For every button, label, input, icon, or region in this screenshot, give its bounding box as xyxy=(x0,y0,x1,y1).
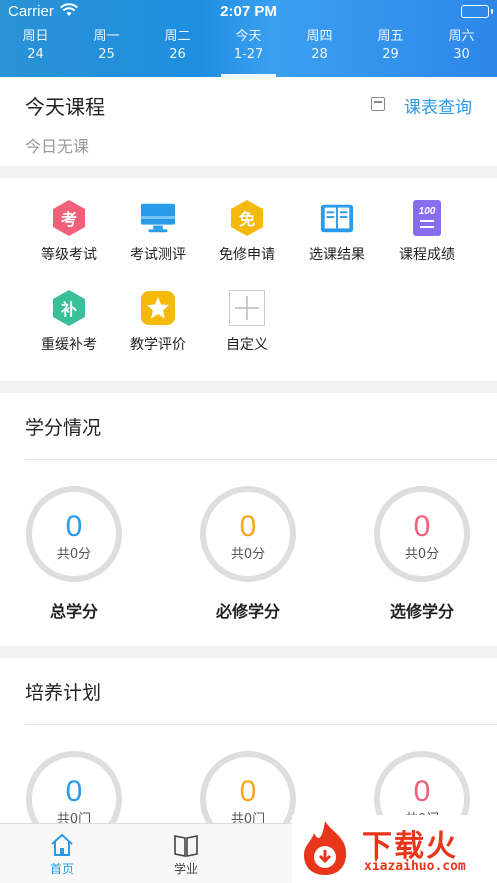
plan-value: 0 xyxy=(239,775,257,808)
menu-item-monitor[interactable]: 考试测评 xyxy=(113,200,203,264)
menu-item-label: 考试测评 xyxy=(130,247,186,263)
schedule-query-link[interactable]: 课表查询 xyxy=(404,93,472,118)
day-name: 周二 xyxy=(164,29,191,44)
day-name: 周五 xyxy=(377,29,404,44)
menu-item-makeup-hex[interactable]: 补重缓补考 xyxy=(24,290,114,354)
credit-ring-0[interactable]: 0 共0分 xyxy=(26,486,122,582)
tab-0[interactable]: 首页 xyxy=(22,832,102,877)
flame-logo-icon xyxy=(298,819,352,877)
status-bar: Carrier 2:07 PM xyxy=(0,0,497,24)
week-strip: 周日 24 周一 25 周二 26 今天 1-27 周四 28 周五 29 周六 30 xyxy=(0,28,497,77)
credit-label: 选修学分 xyxy=(389,602,454,621)
menu-item-label: 教学评价 xyxy=(130,337,186,353)
home-icon xyxy=(49,832,75,858)
day-tab-6[interactable]: 周六 30 xyxy=(426,28,497,77)
day-tab-5[interactable]: 周五 29 xyxy=(355,28,426,77)
open-book-icon xyxy=(173,832,199,858)
watermark: 下载火 xiazaihuo.com xyxy=(292,815,497,883)
credit-ring-1[interactable]: 0 共0分 xyxy=(200,486,296,582)
menu-item-label: 课程成绩 xyxy=(399,247,455,263)
day-name: 周六 xyxy=(448,29,475,44)
divider xyxy=(25,724,497,725)
credit-title: 学分情况 xyxy=(25,417,102,439)
day-name: 今天 xyxy=(235,29,262,44)
no-course-text: 今日无课 xyxy=(25,137,90,156)
battery-icon xyxy=(461,5,493,18)
day-date: 24 xyxy=(27,47,44,62)
day-tab-3[interactable]: 今天 1-27 xyxy=(213,28,284,77)
day-tab-1[interactable]: 周一 25 xyxy=(71,28,142,77)
day-date: 1-27 xyxy=(233,47,264,62)
exam-hex-icon: 考 xyxy=(51,200,87,236)
credit-value: 0 xyxy=(65,510,83,543)
credit-total: 共0分 xyxy=(230,547,266,562)
day-date: 28 xyxy=(311,47,328,62)
function-menu: 考等级考试 考试测评免免修申请 选课结果 100 课程成绩补重缓补考 教学评价 自定义 xyxy=(0,178,497,381)
credit-ring-2[interactable]: 0 共0分 xyxy=(374,486,470,582)
makeup-hex-icon: 补 xyxy=(51,290,87,326)
menu-item-star[interactable]: 教学评价 xyxy=(113,290,203,354)
plan-value: 0 xyxy=(413,775,431,808)
day-date: 25 xyxy=(98,47,115,62)
credit-total: 共0分 xyxy=(56,547,92,562)
today-title: 今天课程 xyxy=(25,95,105,119)
menu-item-exam-hex[interactable]: 考等级考试 xyxy=(24,200,114,264)
day-name: 周四 xyxy=(306,29,333,44)
score-100-icon: 100 xyxy=(409,200,445,236)
divider xyxy=(25,459,497,460)
tab-1[interactable]: 学业 xyxy=(146,832,226,877)
credit-total: 共0分 xyxy=(404,547,440,562)
monitor-icon xyxy=(140,200,176,236)
menu-item-score-100[interactable]: 100 课程成绩 xyxy=(382,200,472,264)
exempt-hex-icon: 免 xyxy=(229,200,265,236)
calendar-icon[interactable] xyxy=(371,97,385,111)
menu-item-label: 重缓补考 xyxy=(41,337,97,353)
clock: 2:07 PM xyxy=(220,3,277,20)
day-date: 29 xyxy=(382,47,399,62)
credit-label: 总学分 xyxy=(49,602,98,621)
plus-icon xyxy=(229,290,265,326)
menu-item-plus[interactable]: 自定义 xyxy=(202,290,292,354)
day-tab-0[interactable]: 周日 24 xyxy=(0,28,71,77)
menu-item-label: 免修申请 xyxy=(219,247,275,263)
menu-item-book[interactable]: 选课结果 xyxy=(292,200,382,264)
menu-item-exempt-hex[interactable]: 免免修申请 xyxy=(202,200,292,264)
menu-item-label: 自定义 xyxy=(226,337,268,353)
svg-text:100: 100 xyxy=(419,206,436,217)
menu-item-label: 选课结果 xyxy=(309,247,365,263)
today-courses-card: 今天课程 课表查询 今日无课 xyxy=(0,77,497,166)
credit-label: 必修学分 xyxy=(215,602,280,621)
header-bar: Carrier 2:07 PM 周日 24 周一 25 周二 26 今天 1-27 周四 28 周五… xyxy=(0,0,497,77)
tab-label: 首页 xyxy=(49,862,74,876)
star-icon xyxy=(140,290,176,326)
day-date: 26 xyxy=(169,47,186,62)
watermark-en: xiazaihuo.com xyxy=(364,859,466,874)
day-tab-4[interactable]: 周四 28 xyxy=(284,28,355,77)
plan-title: 培养计划 xyxy=(25,682,102,704)
day-name: 周日 xyxy=(22,29,49,44)
day-date: 30 xyxy=(453,47,470,62)
tab-label: 学业 xyxy=(173,862,198,876)
credit-value: 0 xyxy=(239,510,257,543)
credit-section: 学分情况 0 共0分 总学分 0 共0分 必修学分 0 共0分 选修学分 xyxy=(0,393,497,646)
day-name: 周一 xyxy=(93,29,120,44)
menu-item-label: 等级考试 xyxy=(41,247,97,263)
credit-value: 0 xyxy=(413,510,431,543)
book-icon xyxy=(319,200,355,236)
plan-value: 0 xyxy=(65,775,83,808)
day-tab-2[interactable]: 周二 26 xyxy=(142,28,213,77)
